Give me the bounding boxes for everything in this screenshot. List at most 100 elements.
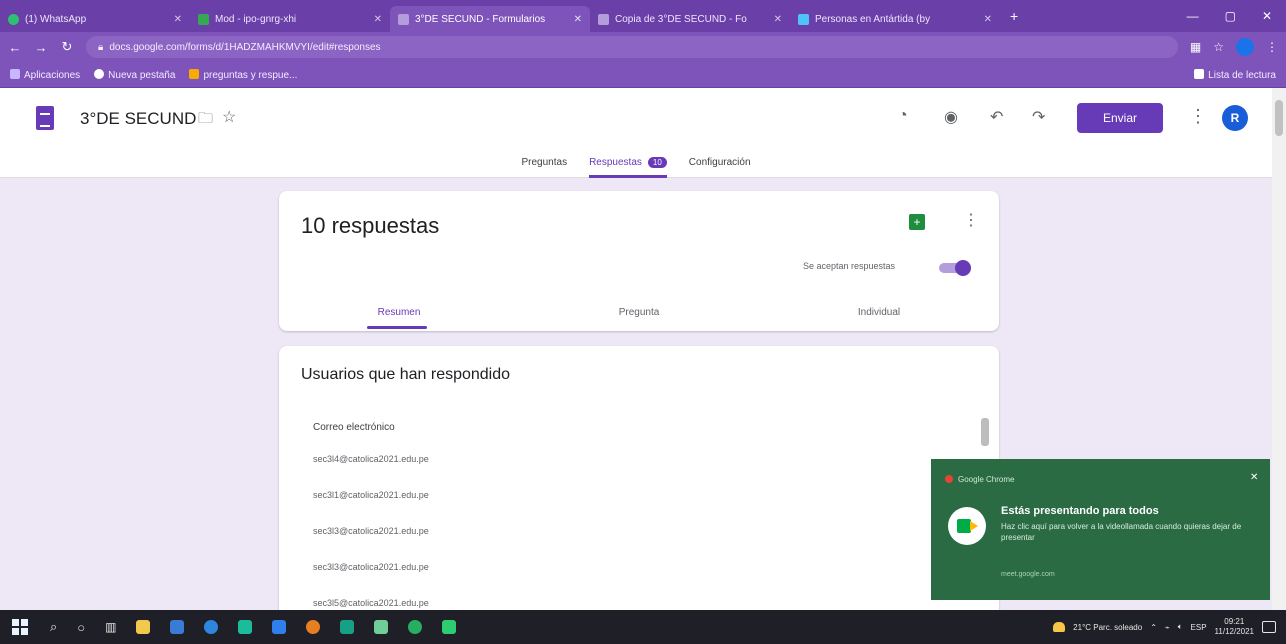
taskbar-app-icon[interactable] — [272, 620, 287, 634]
whatsapp-icon — [8, 13, 19, 25]
taskbar-apps: ⌕ ○ ▥ — [50, 619, 457, 635]
window-controls: — ▢ ✕ — [1187, 9, 1286, 23]
close-tab-icon[interactable]: ✕ — [174, 14, 182, 25]
taskbar-app-icon[interactable] — [238, 620, 253, 634]
sheets-icon[interactable]: + — [909, 214, 925, 230]
respondents-title: Usuarios que han respondido — [301, 366, 511, 383]
taskbar-app-icon[interactable] — [306, 620, 321, 634]
response-view-tabs: Resumen Pregunta Individual — [279, 301, 999, 331]
bookmarks-bar: Aplicaciones Nueva pestaña preguntas y r… — [0, 62, 1286, 88]
close-tab-icon[interactable]: ✕ — [374, 14, 382, 25]
taskbar-app-icon[interactable] — [136, 620, 151, 634]
accepting-responses-toggle[interactable] — [939, 260, 971, 276]
taskbar-app-icon[interactable] — [340, 620, 355, 634]
system-tray: 21°C Parc. soleado ⌃ ⌁ 🔈︎ ESP 09:21 11/1… — [1053, 617, 1286, 637]
scrollbar-thumb[interactable] — [1275, 100, 1283, 136]
more-options-icon[interactable]: ⋮ — [963, 210, 979, 230]
apps-icon — [10, 68, 20, 79]
task-view-icon[interactable]: ▥ — [105, 620, 116, 634]
forms-tab-icon — [598, 13, 609, 25]
notification-center-icon[interactable] — [1262, 621, 1276, 633]
windows-start-icon[interactable] — [12, 619, 28, 635]
tab-forms-active[interactable]: 3°DE SECUND - Formularios ✕ — [390, 6, 590, 32]
browser-tab-strip: (1) WhatsApp ✕ Mod - ipo-gnrg-xhi ✕ 3°DE S… — [0, 0, 1286, 32]
reload-icon[interactable]: ↻ — [60, 39, 74, 55]
taskbar-app-icon[interactable] — [408, 620, 423, 634]
close-window-button[interactable]: ✕ — [1262, 9, 1272, 23]
star-icon[interactable]: ☆ — [222, 107, 236, 127]
tab-personas[interactable]: Personas en Antártida (by ✕ — [790, 6, 1000, 32]
search-icon[interactable]: ⌕ — [50, 619, 57, 635]
list-item: sec3l3@catolica2021.edu.pe — [313, 526, 429, 536]
folder-icon[interactable]: 🗀︎ — [198, 108, 213, 133]
tab-mod[interactable]: Mod - ipo-gnrg-xhi ✕ — [190, 6, 390, 32]
bookmark-preguntas[interactable]: preguntas y respue... — [189, 68, 297, 81]
close-tab-icon[interactable]: ✕ — [574, 14, 582, 25]
cortana-icon[interactable]: ○ — [77, 620, 85, 635]
new-tab-button[interactable]: + — [1000, 8, 1028, 24]
url-field[interactable]: 🔒︎ docs.google.com/forms/d/1HADZMAHKMVYI/… — [86, 36, 1178, 58]
responses-summary-card: 10 respuestas + ⋮ Se aceptan respuestas … — [279, 191, 999, 331]
taskbar-app-icon[interactable] — [204, 620, 219, 634]
lock-icon: 🔒︎ — [98, 41, 104, 53]
menu-icon[interactable]: ⋮ — [1266, 40, 1278, 54]
responses-count-badge: 10 — [647, 157, 667, 168]
tab-whatsapp[interactable]: (1) WhatsApp ✕ — [0, 6, 190, 32]
volume-icon[interactable]: 🔈︎ — [1178, 622, 1183, 632]
page-scrollbar[interactable] — [1272, 88, 1286, 610]
list-scrollbar[interactable] — [981, 418, 989, 446]
address-bar-row: ← → ↻ 🔒︎ docs.google.com/forms/d/1HADZMAH… — [0, 32, 1286, 62]
close-tab-icon[interactable]: ✕ — [774, 14, 782, 25]
notification-body: Haz clic aquí para volver a la videollam… — [1001, 522, 1242, 542]
taskbar-app-icon[interactable] — [170, 620, 185, 634]
tab-forms-copy[interactable]: Copia de 3°DE SECUND - Fo ✕ — [590, 6, 790, 32]
notification-app-name: Google Chrome — [945, 475, 1014, 484]
extensions-icon[interactable]: ▦ — [1190, 40, 1201, 54]
maximize-button[interactable]: ▢ — [1225, 9, 1236, 23]
tab-individual[interactable]: Individual — [759, 301, 999, 331]
tab-respuestas[interactable]: Respuestas 10 — [589, 151, 667, 178]
palette-icon[interactable]: ◔ — [898, 107, 908, 125]
list-item: sec3l5@catolica2021.edu.pe — [313, 598, 429, 608]
reading-list-icon — [1194, 68, 1205, 79]
form-title[interactable]: 3°DE SECUND — [80, 109, 196, 129]
reading-list[interactable]: Lista de lectura — [1194, 68, 1276, 81]
profile-icon[interactable] — [1236, 38, 1254, 56]
taskbar-app-icon[interactable] — [442, 620, 457, 634]
meet-tab-icon — [198, 13, 209, 25]
clock-time: 09:21 — [1224, 617, 1245, 626]
responses-count-title: 10 respuestas — [301, 213, 440, 238]
tab-pregunta[interactable]: Pregunta — [519, 301, 759, 331]
forward-icon[interactable]: → — [34, 40, 48, 55]
forms-header: 3°DE SECUND 🗀︎ ☆ ◔ ◉ ↶ ↷ Enviar ⋮ R Preg… — [0, 88, 1272, 178]
redo-icon[interactable]: ↷ — [1032, 107, 1045, 127]
weather-icon — [1053, 622, 1066, 632]
presenting-notification[interactable]: Google Chrome ✕ Estás presentando para t… — [931, 459, 1270, 600]
clock-date: 11/12/2021 — [1214, 627, 1254, 636]
tab-configuracion[interactable]: Configuración — [689, 151, 751, 178]
close-tab-icon[interactable]: ✕ — [984, 14, 992, 25]
send-button[interactable]: Enviar — [1077, 103, 1163, 133]
network-icon[interactable]: ⌁ — [1165, 623, 1170, 632]
avatar[interactable]: R — [1222, 105, 1248, 131]
forms-logo-icon[interactable] — [36, 106, 54, 130]
close-icon[interactable]: ✕ — [1250, 472, 1258, 483]
language-indicator[interactable]: ESP — [1191, 623, 1207, 632]
back-icon[interactable]: ← — [8, 40, 22, 55]
undo-icon[interactable]: ↶ — [990, 107, 1003, 127]
form-tabs: Preguntas Respuestas 10 Configuración — [0, 151, 1272, 178]
clock[interactable]: 09:21 11/12/2021 — [1215, 617, 1254, 637]
email-column-header: Correo electrónico — [313, 422, 395, 433]
tab-preguntas[interactable]: Preguntas — [521, 151, 567, 178]
weather-text[interactable]: 21°C Parc. soleado — [1073, 623, 1142, 632]
preview-eye-icon[interactable]: ◉ — [944, 107, 958, 127]
tray-chevron-icon[interactable]: ⌃ — [1150, 623, 1157, 632]
taskbar-app-icon[interactable] — [374, 620, 389, 634]
bookmark-star-icon[interactable]: ☆ — [1213, 40, 1224, 54]
google-meet-icon — [948, 507, 986, 545]
more-options-icon[interactable]: ⋮ — [1189, 106, 1207, 127]
bookmark-new-tab[interactable]: Nueva pestaña — [94, 68, 175, 81]
minimize-button[interactable]: — — [1187, 9, 1199, 23]
tab-resumen[interactable]: Resumen — [279, 301, 519, 331]
bookmark-apps[interactable]: Aplicaciones — [10, 68, 80, 81]
